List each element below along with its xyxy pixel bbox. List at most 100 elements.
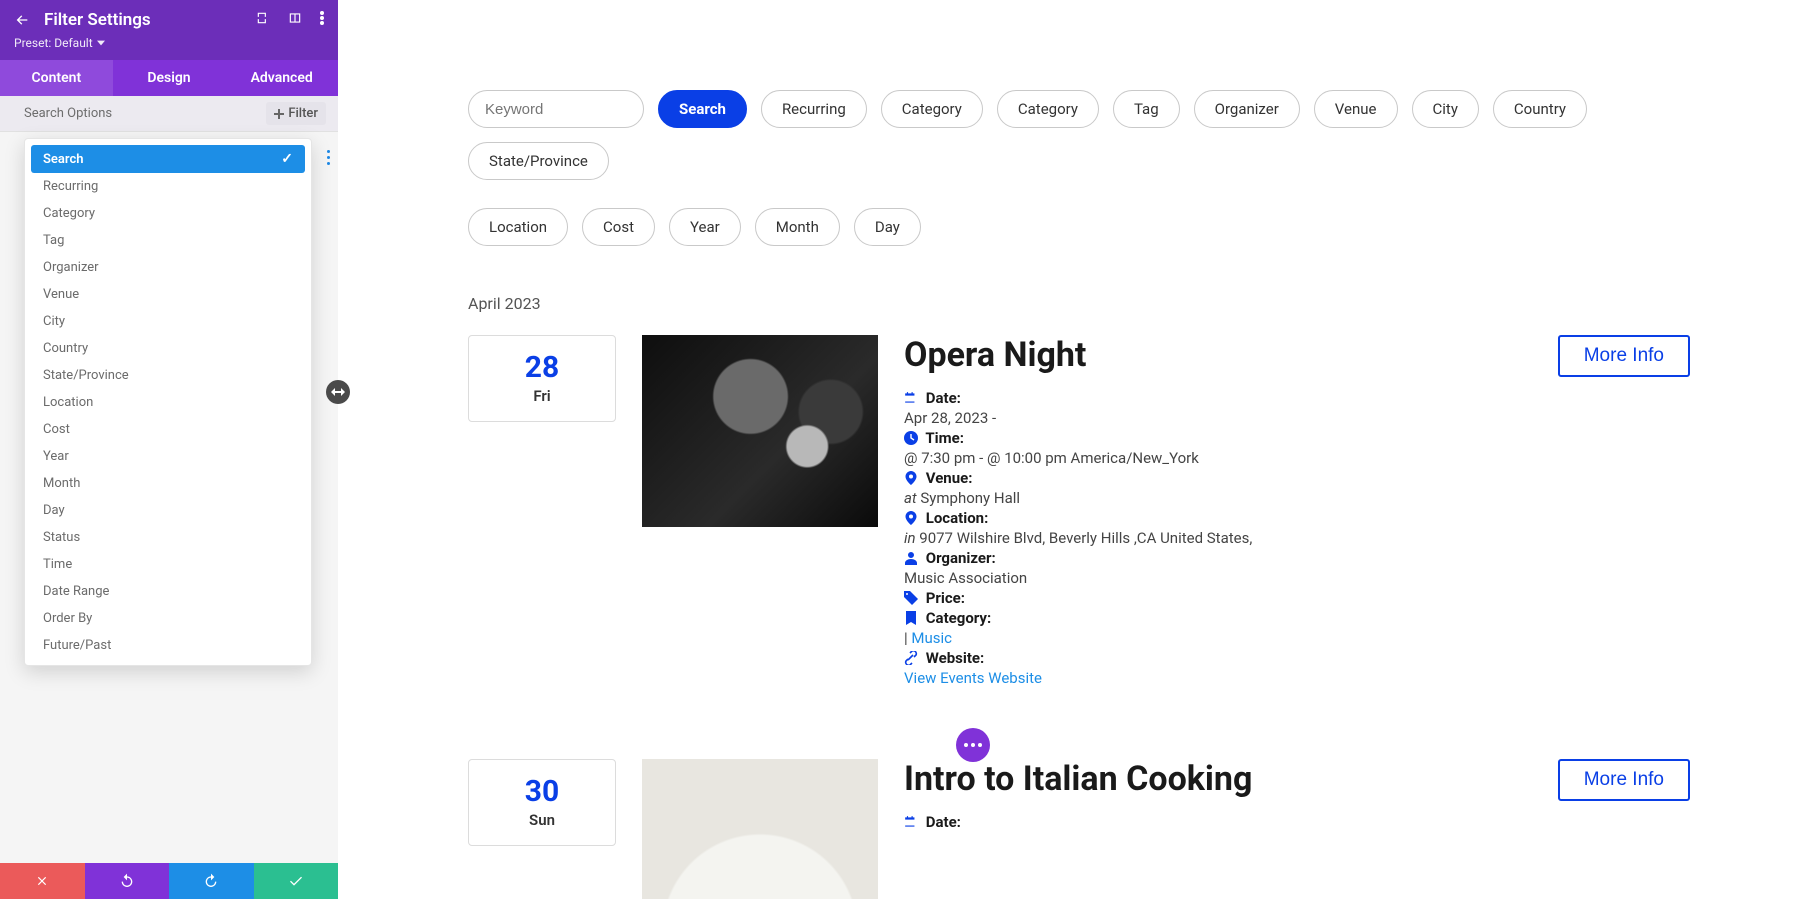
filter-pill[interactable]: Category bbox=[881, 90, 983, 128]
more-info-button[interactable]: More Info bbox=[1558, 335, 1690, 377]
tab-design[interactable]: Design bbox=[113, 60, 226, 96]
sidebar-action-bar bbox=[0, 863, 338, 899]
meta-value: @ 7:30 pm - @ 10:00 pm America/New_York bbox=[904, 449, 1690, 467]
save-button[interactable] bbox=[254, 863, 339, 899]
filter-option[interactable]: Cost bbox=[31, 416, 305, 443]
filter-pill[interactable]: City bbox=[1412, 90, 1479, 128]
filter-pill[interactable]: Year bbox=[669, 208, 741, 246]
filter-pill[interactable]: Cost bbox=[582, 208, 655, 246]
tab-content[interactable]: Content bbox=[0, 60, 113, 96]
event-image bbox=[642, 335, 878, 527]
filter-option[interactable]: Year bbox=[31, 443, 305, 470]
filter-option[interactable]: Time bbox=[31, 551, 305, 578]
meta-label: Date: bbox=[922, 389, 961, 407]
filter-option[interactable]: Tag bbox=[31, 227, 305, 254]
sidebar-title-icons bbox=[256, 11, 324, 29]
user-icon bbox=[904, 551, 918, 565]
filter-option[interactable]: Location bbox=[31, 389, 305, 416]
event-body: Opera Night More Info Date: Apr 28, 2023 -… bbox=[904, 335, 1690, 689]
meta-line: Organizer: bbox=[904, 549, 1690, 567]
filter-option[interactable]: Future/Past bbox=[31, 632, 305, 659]
meta-value: Apr 28, 2023 - bbox=[904, 409, 1690, 427]
website-link[interactable]: View Events Website bbox=[904, 669, 1042, 687]
event-row: 28Fri Opera Night More Info Date: Apr 28, 2… bbox=[468, 335, 1690, 689]
date-icon bbox=[904, 391, 918, 405]
meta-label: Website: bbox=[922, 649, 984, 667]
filter-pill[interactable]: Month bbox=[755, 208, 840, 246]
filter-pill[interactable]: Tag bbox=[1113, 90, 1180, 128]
sidebar-tabs: Content Design Advanced bbox=[0, 60, 338, 96]
meta-line: Price: bbox=[904, 589, 1690, 607]
meta-value: View Events Website bbox=[904, 669, 1690, 687]
date-weekday: Fri bbox=[469, 387, 615, 405]
filter-option[interactable]: Search✓ bbox=[31, 145, 305, 173]
more-info-button[interactable]: More Info bbox=[1558, 759, 1690, 801]
pin-icon bbox=[904, 471, 918, 485]
add-filter-button[interactable]: Filter bbox=[266, 102, 326, 125]
sidebar-titlebar: Filter Settings bbox=[14, 10, 324, 30]
row-options-icon[interactable] bbox=[327, 150, 330, 165]
filter-option[interactable]: City bbox=[31, 308, 305, 335]
meta-line: Time: bbox=[904, 429, 1690, 447]
filter-option[interactable]: Recurring bbox=[31, 173, 305, 200]
cancel-button[interactable] bbox=[0, 863, 85, 899]
link-icon bbox=[904, 651, 918, 665]
date-card: 28Fri bbox=[468, 335, 616, 422]
month-heading: April 2023 bbox=[468, 294, 1690, 313]
filter-option[interactable]: Month bbox=[31, 470, 305, 497]
filter-option[interactable]: Order By bbox=[31, 605, 305, 632]
meta-line: Website: bbox=[904, 649, 1690, 667]
redo-button[interactable] bbox=[169, 863, 254, 899]
filter-pill[interactable]: Day bbox=[854, 208, 921, 246]
filter-option[interactable]: State/Province bbox=[31, 362, 305, 389]
pin-icon bbox=[904, 511, 918, 525]
module-options-fab[interactable] bbox=[956, 728, 990, 762]
back-icon[interactable] bbox=[14, 12, 30, 28]
columns-icon[interactable] bbox=[288, 11, 302, 29]
filter-type-dropdown[interactable]: Search✓RecurringCategoryTagOrganizerVenu… bbox=[24, 138, 312, 666]
filter-option[interactable]: Date Range bbox=[31, 578, 305, 605]
undo-button[interactable] bbox=[85, 863, 170, 899]
filter-option[interactable]: Day bbox=[31, 497, 305, 524]
panel-title: Filter Settings bbox=[44, 10, 151, 30]
filter-option[interactable]: Venue bbox=[31, 281, 305, 308]
meta-line: Category: bbox=[904, 609, 1690, 627]
filter-pills-row: Search Recurring Category Category Tag Organi… bbox=[468, 90, 1690, 246]
meta-line: Venue: bbox=[904, 469, 1690, 487]
tab-advanced[interactable]: Advanced bbox=[225, 60, 338, 96]
preset-dropdown[interactable]: Preset: Default bbox=[14, 36, 324, 50]
filter-pill[interactable]: Country bbox=[1493, 90, 1587, 128]
filter-pill[interactable]: Search bbox=[658, 90, 747, 128]
filter-pill[interactable]: Category bbox=[997, 90, 1099, 128]
filter-option[interactable]: Status bbox=[31, 524, 305, 551]
category-link[interactable]: Music bbox=[911, 629, 952, 647]
resize-handle[interactable] bbox=[326, 380, 350, 404]
event-row: 30SunIntro to Italian CookingMore Info D… bbox=[468, 759, 1690, 899]
search-options-row[interactable]: Search Options Filter bbox=[0, 96, 338, 132]
date-icon bbox=[904, 815, 918, 829]
meta-line: Date: bbox=[904, 813, 1690, 831]
bm-icon bbox=[904, 611, 918, 625]
filter-pill[interactable]: Venue bbox=[1314, 90, 1398, 128]
filter-pill[interactable]: State/Province bbox=[468, 142, 609, 180]
event-title: Intro to Italian Cooking bbox=[904, 759, 1252, 799]
events-list: 28Fri Opera Night More Info Date: Apr 28, 2… bbox=[468, 335, 1690, 899]
meta-label: Category: bbox=[922, 609, 991, 627]
kebab-icon[interactable] bbox=[320, 11, 324, 29]
expand-icon[interactable] bbox=[256, 11, 270, 29]
sidebar-title-left: Filter Settings bbox=[14, 10, 151, 30]
event-title: Opera Night bbox=[904, 335, 1086, 375]
caret-down-icon bbox=[97, 39, 105, 47]
add-filter-label: Filter bbox=[288, 106, 318, 121]
filter-pill[interactable]: Organizer bbox=[1194, 90, 1300, 128]
meta-value: Music Association bbox=[904, 569, 1690, 587]
filter-option[interactable]: Country bbox=[31, 335, 305, 362]
filter-pill[interactable]: Recurring bbox=[761, 90, 867, 128]
meta-label: Date: bbox=[922, 813, 961, 831]
tag-icon bbox=[904, 591, 918, 605]
filter-pill[interactable]: Location bbox=[468, 208, 568, 246]
filter-option[interactable]: Organizer bbox=[31, 254, 305, 281]
check-icon: ✓ bbox=[281, 151, 293, 167]
filter-option[interactable]: Category bbox=[31, 200, 305, 227]
keyword-input[interactable] bbox=[468, 90, 644, 128]
